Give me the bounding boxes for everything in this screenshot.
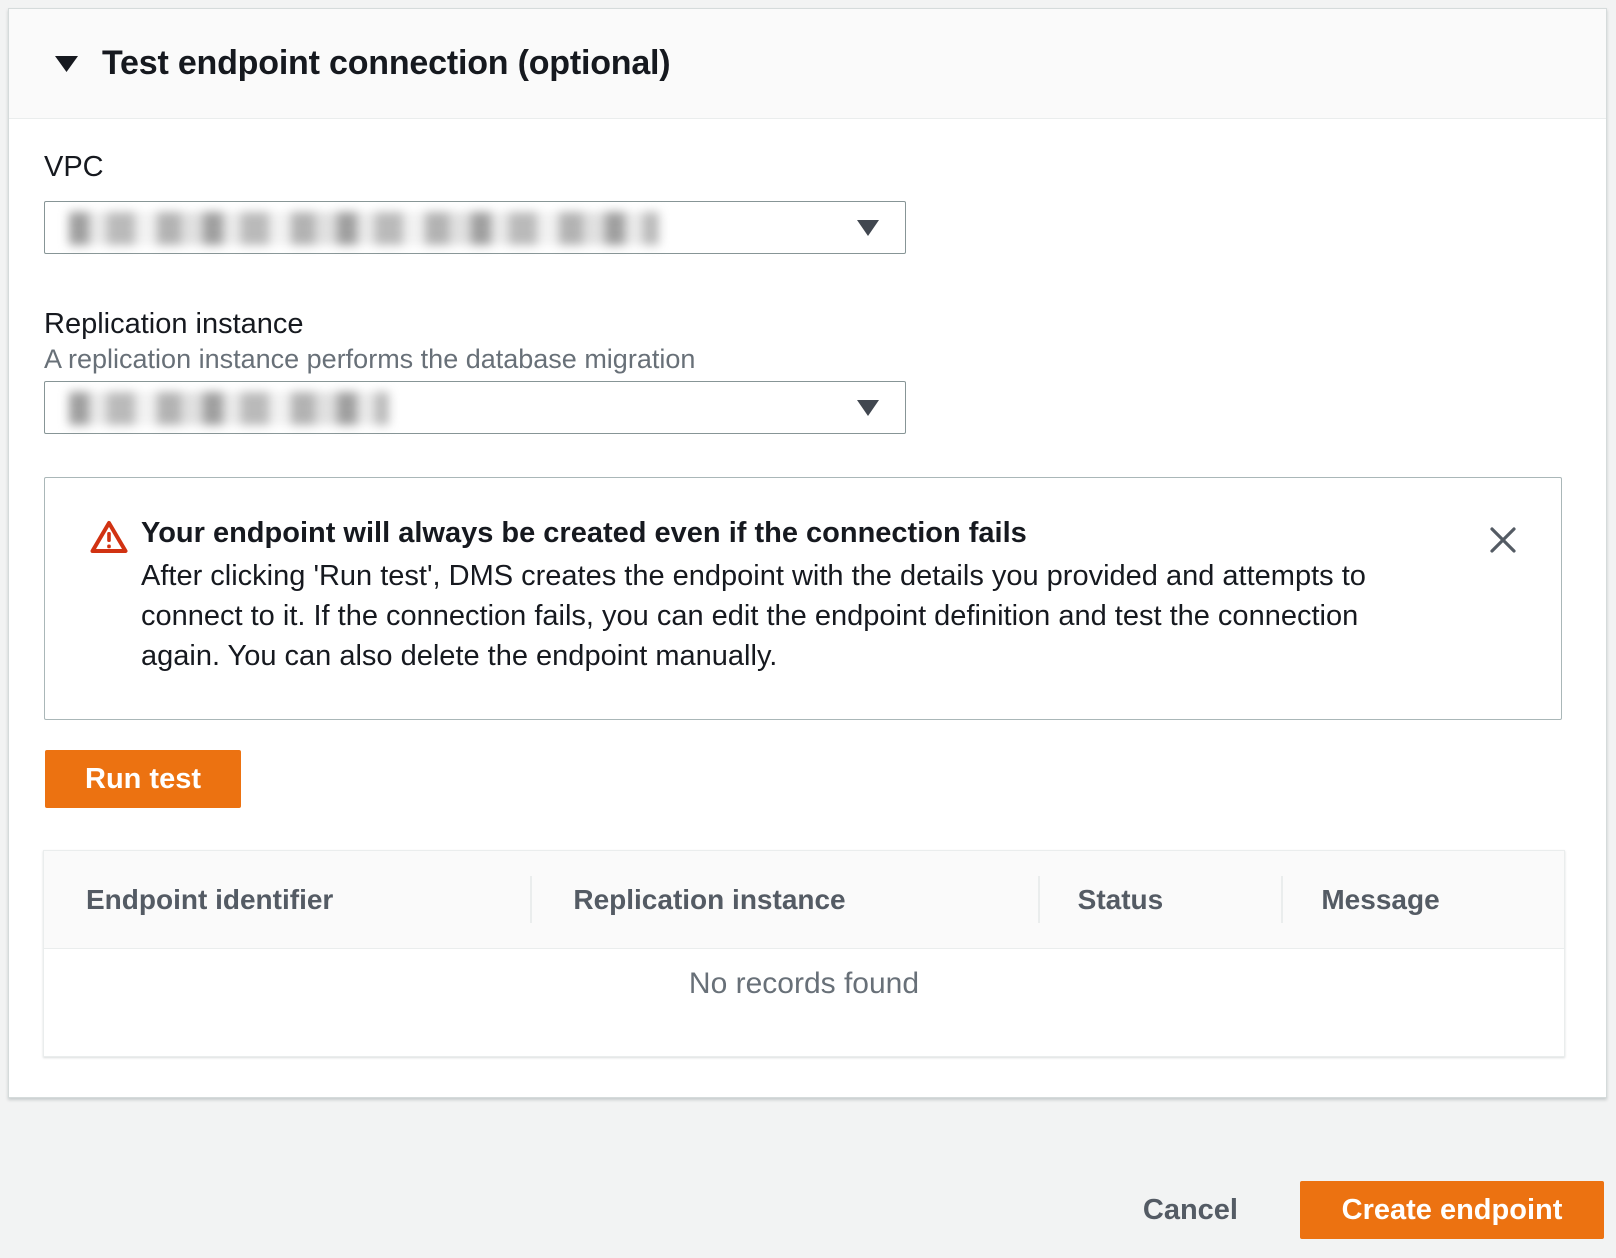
footer-actions: Cancel Create endpoint (1143, 1181, 1604, 1239)
replication-instance-select[interactable] (44, 381, 906, 434)
create-endpoint-button[interactable]: Create endpoint (1300, 1181, 1604, 1239)
close-icon[interactable] (1485, 522, 1521, 558)
caret-down-icon (857, 400, 879, 416)
warning-alert: Your endpoint will always be created eve… (44, 477, 1562, 720)
warning-triangle-icon (90, 520, 128, 554)
column-header-replication-instance: Replication instance (530, 851, 1037, 948)
page: Test endpoint connection (optional) VPC … (0, 0, 1616, 1258)
warning-title: Your endpoint will always be created eve… (141, 512, 1441, 554)
results-table: Endpoint identifier Replication instance… (43, 850, 1565, 1057)
warning-body: After clicking 'Run test', DMS creates t… (141, 556, 1441, 676)
run-test-button[interactable]: Run test (45, 750, 241, 808)
results-table-header: Endpoint identifier Replication instance… (44, 851, 1564, 949)
results-table-body: No records found (44, 949, 1564, 1056)
column-header-status: Status (1038, 851, 1282, 948)
replication-instance-selected-value-redacted (69, 392, 389, 425)
vpc-select[interactable] (44, 201, 906, 254)
warning-text: Your endpoint will always be created eve… (141, 512, 1441, 676)
column-header-message: Message (1281, 851, 1564, 948)
caret-down-icon (857, 220, 879, 236)
replication-instance-label: Replication instance (44, 307, 304, 341)
test-endpoint-panel: Test endpoint connection (optional) VPC … (8, 8, 1607, 1098)
vpc-selected-value-redacted (69, 212, 659, 245)
cancel-button[interactable]: Cancel (1143, 1194, 1238, 1227)
panel-title: Test endpoint connection (optional) (102, 44, 670, 83)
triangle-down-icon (55, 56, 78, 72)
vpc-label: VPC (44, 150, 104, 184)
replication-instance-description: A replication instance performs the data… (44, 343, 695, 375)
empty-state-message: No records found (689, 966, 919, 1056)
column-header-endpoint-identifier: Endpoint identifier (44, 851, 530, 948)
panel-header-toggle[interactable]: Test endpoint connection (optional) (9, 9, 1606, 119)
